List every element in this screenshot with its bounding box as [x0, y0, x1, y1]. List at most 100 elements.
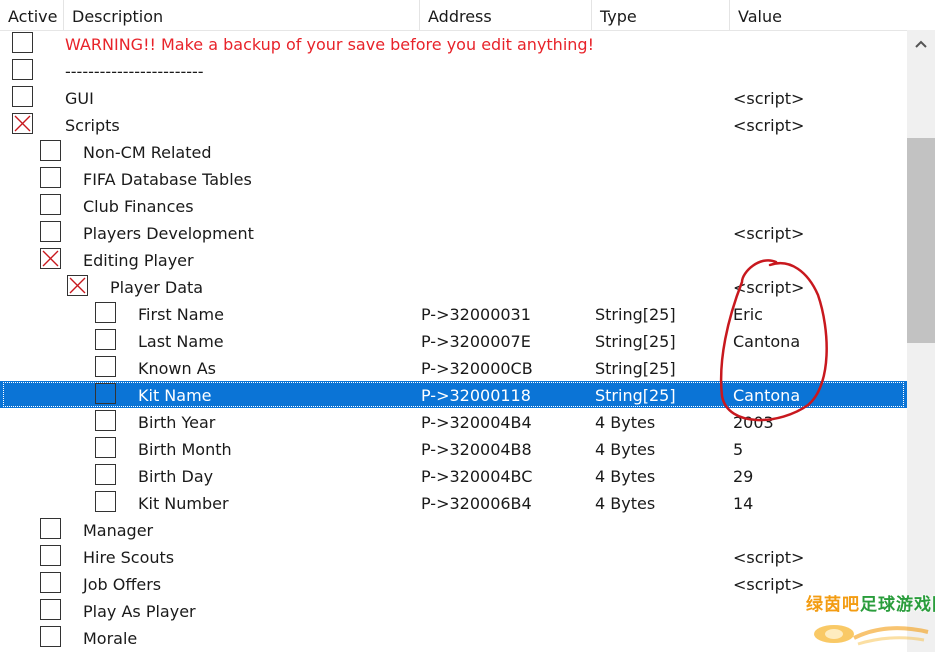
- header-type[interactable]: Type: [592, 0, 730, 30]
- row-value[interactable]: Cantona: [733, 327, 800, 354]
- active-checkbox[interactable]: [40, 626, 61, 647]
- active-checkbox[interactable]: [40, 167, 61, 188]
- row-address: P->320006B4: [421, 494, 532, 513]
- header-address[interactable]: Address: [420, 0, 592, 30]
- table-row[interactable]: Player Data <script>: [0, 273, 907, 300]
- active-checkbox[interactable]: [40, 140, 61, 161]
- cross-check-icon: [14, 115, 31, 132]
- row-value[interactable]: Eric: [733, 300, 763, 327]
- active-checkbox[interactable]: [95, 464, 116, 485]
- row-value[interactable]: 2003: [733, 408, 774, 435]
- row-address: P->3200007E: [421, 332, 531, 351]
- row-address: P->32000031: [421, 305, 531, 324]
- table-row[interactable]: Scripts <script>: [0, 111, 907, 138]
- table-row[interactable]: FIFA Database Tables: [0, 165, 907, 192]
- active-checkbox[interactable]: [67, 275, 88, 296]
- table-row[interactable]: Non-CM Related: [0, 138, 907, 165]
- row-value[interactable]: <script>: [733, 273, 804, 300]
- row-value[interactable]: <script>: [733, 219, 804, 246]
- header-active[interactable]: Active: [0, 0, 64, 30]
- table-row[interactable]: WARNING!! Make a backup of your save bef…: [0, 30, 907, 57]
- active-checkbox[interactable]: [40, 572, 61, 593]
- row-type: String[25]: [595, 332, 676, 351]
- row-description: Job Offers: [83, 575, 162, 594]
- active-checkbox[interactable]: [95, 356, 116, 377]
- row-address: P->320000CB: [421, 359, 533, 378]
- row-description: Scripts: [65, 116, 120, 135]
- row-description: Birth Day: [138, 467, 214, 486]
- table-row[interactable]: Morale: [0, 624, 907, 651]
- row-description: Player Data: [110, 278, 204, 297]
- watermark-swoosh: [814, 625, 929, 646]
- active-checkbox[interactable]: [12, 59, 33, 80]
- table-row[interactable]: Club Finances: [0, 192, 907, 219]
- row-description: Birth Month: [138, 440, 232, 459]
- row-value[interactable]: 5: [733, 435, 743, 462]
- table-row[interactable]: Play As Player: [0, 597, 907, 624]
- active-checkbox[interactable]: [40, 545, 61, 566]
- active-checkbox[interactable]: [12, 32, 33, 53]
- row-type: 4 Bytes: [595, 467, 656, 486]
- active-checkbox[interactable]: [95, 329, 116, 350]
- active-checkbox[interactable]: [95, 437, 116, 458]
- table-row[interactable]: First Name P->32000031 String[25] Eric: [0, 300, 907, 327]
- table-row[interactable]: Kit Name P->32000118 String[25] Cantona: [0, 381, 907, 408]
- active-checkbox[interactable]: [12, 86, 33, 107]
- table-row[interactable]: Job Offers <script>: [0, 570, 907, 597]
- table-row[interactable]: Birth Month P->320004B8 4 Bytes 5: [0, 435, 907, 462]
- row-description: Editing Player: [83, 251, 194, 270]
- chevron-up-icon[interactable]: [907, 30, 935, 58]
- row-type: String[25]: [595, 359, 676, 378]
- active-checkbox[interactable]: [40, 518, 61, 539]
- row-description: Morale: [83, 629, 138, 648]
- table-row[interactable]: Hire Scouts <script>: [0, 543, 907, 570]
- row-type: String[25]: [595, 305, 676, 324]
- active-checkbox[interactable]: [95, 302, 116, 323]
- active-checkbox[interactable]: [40, 194, 61, 215]
- row-type: 4 Bytes: [595, 440, 656, 459]
- row-description: Manager: [83, 521, 154, 540]
- scroll-thumb[interactable]: [907, 138, 935, 343]
- vertical-scrollbar[interactable]: [907, 30, 935, 652]
- table-row[interactable]: Players Development <script>: [0, 219, 907, 246]
- row-description: Last Name: [138, 332, 224, 351]
- cheat-table-list[interactable]: WARNING!! Make a backup of your save bef…: [0, 30, 907, 652]
- table-row[interactable]: Birth Year P->320004B4 4 Bytes 2003: [0, 408, 907, 435]
- row-description: ------------------------: [65, 62, 204, 81]
- row-description: Birth Year: [138, 413, 216, 432]
- row-description: First Name: [138, 305, 224, 324]
- row-value[interactable]: <script>: [733, 84, 804, 111]
- row-value[interactable]: 29: [733, 462, 753, 489]
- row-description: Kit Name: [138, 386, 212, 405]
- active-checkbox[interactable]: [40, 221, 61, 242]
- cross-check-icon: [42, 250, 59, 267]
- table-row[interactable]: Known As P->320000CB String[25]: [0, 354, 907, 381]
- row-description: Players Development: [83, 224, 254, 243]
- row-description: WARNING!! Make a backup of your save bef…: [65, 35, 594, 54]
- row-description: Non-CM Related: [83, 143, 212, 162]
- table-row[interactable]: ------------------------: [0, 57, 907, 84]
- active-checkbox[interactable]: [12, 113, 33, 134]
- active-checkbox[interactable]: [40, 599, 61, 620]
- row-value[interactable]: <script>: [733, 543, 804, 570]
- row-value[interactable]: <script>: [733, 111, 804, 138]
- table-row[interactable]: Editing Player: [0, 246, 907, 273]
- row-address: P->320004B8: [421, 440, 532, 459]
- header-description[interactable]: Description: [64, 0, 420, 30]
- row-type: 4 Bytes: [595, 494, 656, 513]
- table-row[interactable]: Birth Day P->320004BC 4 Bytes 29: [0, 462, 907, 489]
- row-value[interactable]: Cantona: [733, 381, 800, 408]
- watermark-logo: 绿茵吧足球游戏网: [800, 590, 935, 652]
- row-description: Play As Player: [83, 602, 196, 621]
- active-checkbox[interactable]: [40, 248, 61, 269]
- table-row[interactable]: GUI <script>: [0, 84, 907, 111]
- active-checkbox[interactable]: [95, 383, 116, 404]
- table-row[interactable]: Manager: [0, 516, 907, 543]
- table-row[interactable]: Kit Number P->320006B4 4 Bytes 14: [0, 489, 907, 516]
- header-value[interactable]: Value: [730, 0, 935, 30]
- active-checkbox[interactable]: [95, 410, 116, 431]
- active-checkbox[interactable]: [95, 491, 116, 512]
- row-value[interactable]: 14: [733, 489, 753, 516]
- table-row[interactable]: Last Name P->3200007E String[25] Cantona: [0, 327, 907, 354]
- row-value[interactable]: <script>: [733, 570, 804, 597]
